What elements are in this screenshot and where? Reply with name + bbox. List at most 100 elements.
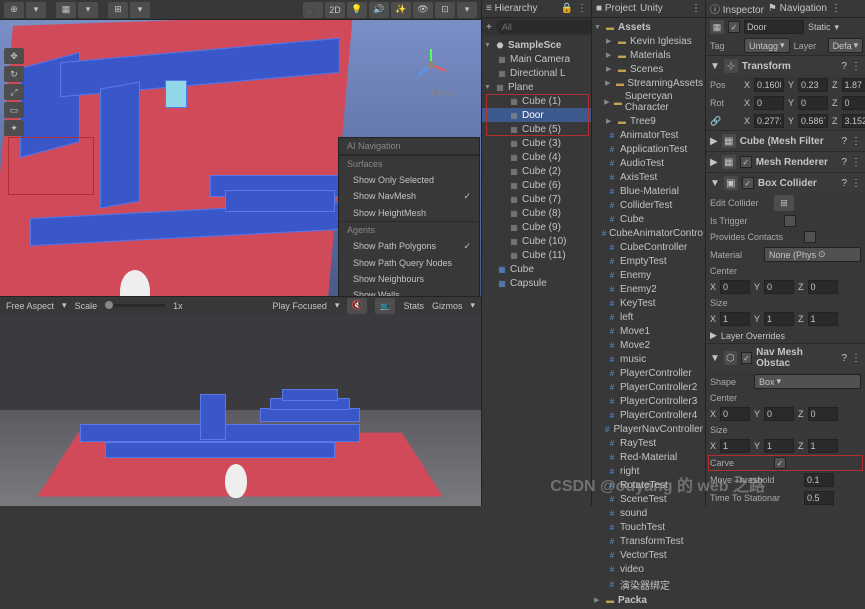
cm-section-agents[interactable]: Agents (339, 221, 479, 238)
project-tab[interactable]: ■ Project (596, 3, 636, 14)
transform-header[interactable]: ▼⊹ Transform ?⋮ (706, 55, 865, 76)
is-trigger-checkbox[interactable] (784, 215, 796, 227)
persp-label[interactable]: Persp (431, 88, 455, 98)
navmesh-obstacle-header[interactable]: ▼⬡ ✓ Nav Mesh Obstac ?⋮ (706, 343, 865, 372)
pos-z[interactable] (842, 78, 865, 92)
move-threshold-input[interactable] (804, 473, 834, 487)
project-item[interactable]: #video (592, 562, 705, 576)
bc-size-x[interactable] (720, 312, 750, 326)
game-view[interactable] (0, 314, 481, 506)
bc-center-x[interactable] (720, 280, 750, 294)
project-item[interactable]: ▶▬Tree9 (592, 114, 705, 128)
cm-show-navmesh[interactable]: Show NavMesh✓ (339, 188, 479, 205)
scale-y[interactable] (798, 114, 828, 128)
project-item[interactable]: #KeyTest (592, 296, 705, 310)
project-item[interactable]: #Move2 (592, 338, 705, 352)
nm-size-x[interactable] (720, 439, 750, 453)
rot-z[interactable] (842, 96, 865, 110)
cm-section-surfaces[interactable]: Surfaces (339, 155, 479, 172)
cm-show-walls[interactable]: Show Walls (339, 287, 479, 296)
project-item[interactable]: #AxisTest (592, 170, 705, 184)
project-item[interactable]: #RotateTest (592, 478, 705, 492)
tool-fx-icon[interactable]: ✨ (391, 2, 411, 18)
rotate-tool-icon[interactable]: ↻ (4, 66, 24, 82)
tool-2d[interactable]: 2D (325, 2, 345, 18)
project-item[interactable]: #ApplicationTest (592, 142, 705, 156)
cm-show-path-query[interactable]: Show Path Query Nodes (339, 255, 479, 271)
nm-center-x[interactable] (720, 407, 750, 421)
project-item[interactable]: #Enemy (592, 268, 705, 282)
tool-grid[interactable]: ▦ (56, 2, 76, 18)
hierarchy-item[interactable]: ▦Directional L (482, 66, 591, 80)
tool-extra1[interactable]: ⊞ (108, 2, 128, 18)
mesh-filter-header[interactable]: ▶▦ Cube (Mesh Filter ?⋮ (706, 130, 865, 151)
scale-tool-icon[interactable]: ⤢ (4, 84, 24, 100)
project-item[interactable]: #AnimatorTest (592, 128, 705, 142)
packages-folder[interactable]: ▶▬Packa (592, 593, 705, 607)
help-icon[interactable]: ? (841, 61, 847, 72)
layer-dropdown[interactable]: Defa▾ (828, 38, 864, 53)
tag-dropdown[interactable]: Untagg▾ (744, 38, 790, 53)
scale-link-icon[interactable]: 🔗 (710, 116, 740, 127)
tool-hidden-icon[interactable]: 👁 (413, 2, 433, 18)
layer-overrides[interactable]: ▶ Layer Overrides (706, 328, 865, 343)
bc-center-y[interactable] (764, 280, 794, 294)
active-checkbox[interactable]: ✓ (728, 21, 740, 33)
project-item[interactable]: #Blue-Material (592, 184, 705, 198)
scene-root[interactable]: ▼⬣SampleSce (482, 38, 591, 52)
box-collider-header[interactable]: ▼▣ ✓ Box Collider ?⋮ (706, 172, 865, 193)
unity-tab[interactable]: Unity (640, 3, 663, 14)
cm-show-neighbours[interactable]: Show Neighbours (339, 271, 479, 287)
inspector-menu-icon[interactable]: ⋮ (831, 3, 841, 14)
project-item[interactable]: ▶▬Materials (592, 48, 705, 62)
project-item[interactable]: ▶▬Supercyan Character (592, 90, 705, 114)
project-item[interactable]: #left (592, 310, 705, 324)
project-item[interactable]: #PlayerNavController (592, 422, 705, 436)
scene-view[interactable]: Persp ✥ ↻ ⤢ ▭ ✦ AI Navigation Surfaces S… (0, 20, 481, 296)
nm-center-y[interactable] (764, 407, 794, 421)
hierarchy-item[interactable]: ▼▦Plane (482, 80, 591, 94)
bc-center-z[interactable] (808, 280, 838, 294)
tool-camera-icon[interactable]: 🎥 (303, 2, 323, 18)
nm-center-z[interactable] (808, 407, 838, 421)
project-item[interactable]: #CubeController (592, 240, 705, 254)
project-item[interactable]: ▶▬StreamingAssets (592, 76, 705, 90)
project-item[interactable]: ▶▬Kevin Iglesias (592, 34, 705, 48)
project-item[interactable]: #right (592, 464, 705, 478)
tool-extra2[interactable]: ▾ (130, 2, 150, 18)
collider-enable[interactable]: ✓ (742, 177, 754, 189)
project-item[interactable]: #AudioTest (592, 156, 705, 170)
stats-button[interactable]: Stats (403, 301, 424, 311)
navigation-tab[interactable]: ⚑ Navigation (768, 3, 827, 14)
scale-slider[interactable] (105, 304, 165, 307)
project-item[interactable]: #PlayerController2 (592, 380, 705, 394)
aspect-dropdown[interactable]: Free Aspect (6, 301, 54, 311)
hierarchy-item[interactable]: ▦Cube (2) (482, 164, 591, 178)
project-item[interactable]: #Cube (592, 212, 705, 226)
tool-light-icon[interactable]: 💡 (347, 2, 367, 18)
shape-dropdown[interactable]: Box ▾ (754, 374, 861, 389)
tool-dropdown[interactable]: ▾ (26, 2, 46, 18)
project-item[interactable]: ▶▬Scenes (592, 62, 705, 76)
hierarchy-item[interactable]: ▦Cube (9) (482, 220, 591, 234)
hierarchy-tab[interactable]: ≡ Hierarchy (486, 3, 537, 14)
project-item[interactable]: #VectorTest (592, 548, 705, 562)
project-item[interactable]: #music (592, 352, 705, 366)
hierarchy-item[interactable]: ▦Cube (7) (482, 192, 591, 206)
tool-audio-icon[interactable]: 🔊 (369, 2, 389, 18)
project-item[interactable]: #PlayerController4 (592, 408, 705, 422)
component-menu-icon[interactable]: ⋮ (851, 61, 861, 72)
scale-z[interactable] (842, 114, 865, 128)
bc-size-z[interactable] (808, 312, 838, 326)
cm-show-path-polygons[interactable]: Show Path Polygons✓ (339, 238, 479, 255)
rect-tool-icon[interactable]: ▭ (4, 102, 24, 118)
cm-show-only-selected[interactable]: Show Only Selected (339, 172, 479, 188)
hierarchy-item[interactable]: ▦Cube (11) (482, 248, 591, 262)
project-item[interactable]: #Move1 (592, 324, 705, 338)
cm-show-heightmesh[interactable]: Show HeightMesh (339, 205, 479, 221)
project-item[interactable]: #PlayerController (592, 366, 705, 380)
tool-pivot[interactable]: ⊕ (4, 2, 24, 18)
time-stationar-input[interactable] (804, 491, 834, 505)
phys-material-field[interactable]: None (Phys⊙ (764, 247, 861, 262)
assets-folder[interactable]: ▼▬Assets (592, 20, 705, 34)
